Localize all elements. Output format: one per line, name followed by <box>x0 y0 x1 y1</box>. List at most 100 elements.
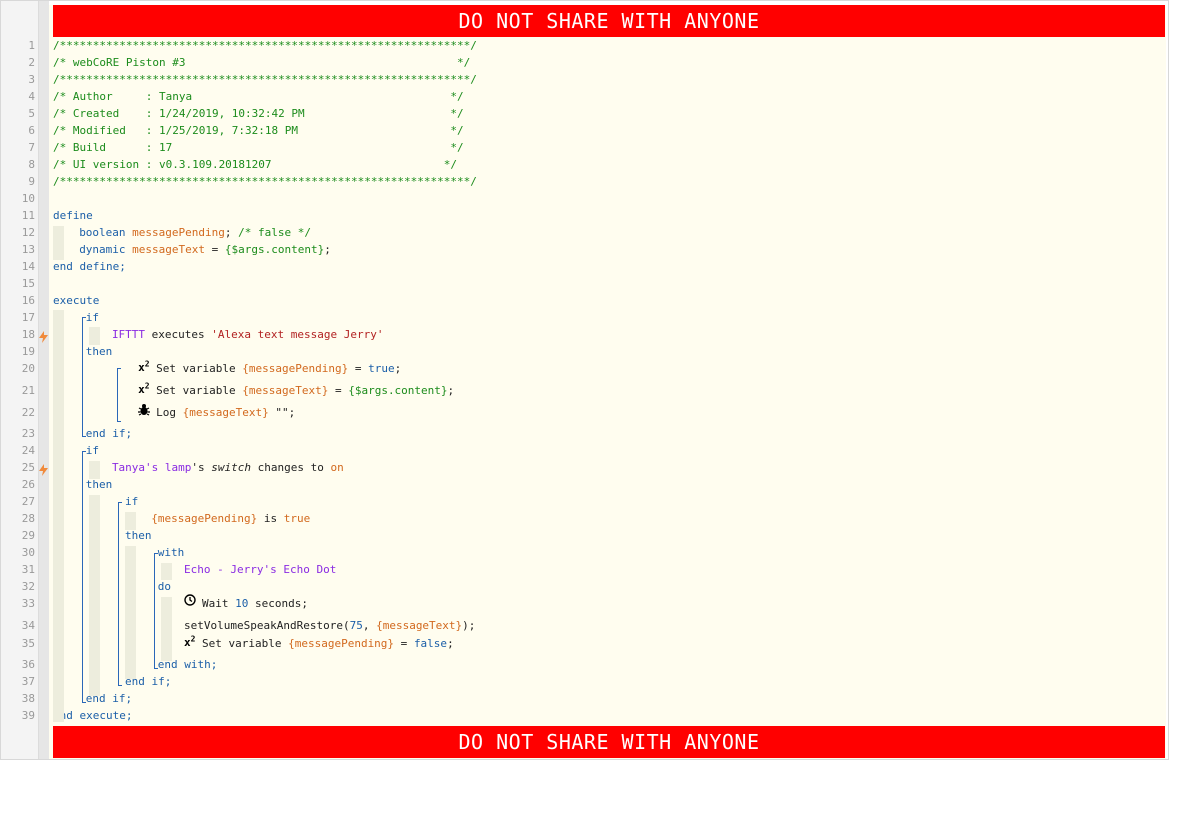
code-token: ; <box>447 384 455 397</box>
line-number: 22 <box>21 406 35 419</box>
code-line: /* Modified : 1/25/2019, 7:32:18 PM */ <box>53 124 464 137</box>
code-token: 10 <box>235 597 249 610</box>
block-bracket <box>117 368 118 421</box>
line-number: 4 <box>28 90 35 103</box>
indent-guide <box>161 597 172 661</box>
variable-icon: x2 <box>184 634 196 649</box>
code-token: /***************************************… <box>53 175 477 188</box>
bracket-tick <box>117 421 121 422</box>
code-token: IFTTT <box>111 328 146 341</box>
code-token: Set variable <box>202 637 289 650</box>
code-token: Log <box>156 406 183 419</box>
line-number: 13 <box>21 243 35 256</box>
indent-guide <box>53 226 64 260</box>
code-line: end if; <box>86 427 132 440</box>
line-number: 31 <box>21 563 35 576</box>
line-number: 5 <box>28 107 35 120</box>
code-token: = <box>348 362 369 375</box>
indent-guide <box>161 563 172 580</box>
code-token: {messagePending} <box>288 637 395 650</box>
code-token: seconds; <box>248 597 308 610</box>
code-token: ""; <box>268 406 296 419</box>
code-token: {messagePending} <box>151 512 258 525</box>
variable-icon: x2 <box>138 381 150 396</box>
bracket-tick <box>118 685 122 686</box>
line-number: 23 <box>21 427 35 440</box>
code-token: /***************************************… <box>53 73 477 86</box>
code-token: boolean <box>79 226 133 239</box>
line-number: 16 <box>21 294 35 307</box>
code-line: {messagePending} is true <box>151 512 310 525</box>
code-token: /* Author : Tanya */ <box>53 90 464 103</box>
code-token: 's <box>191 461 212 474</box>
code-token: with <box>157 546 185 559</box>
code-line: /* webCoRE Piston #3 */ <box>53 56 470 69</box>
code-token: ; <box>224 226 239 239</box>
warning-banner-top: DO NOT SHARE WITH ANYONE <box>53 5 1165 37</box>
bracket-tick <box>82 436 86 437</box>
line-number: 38 <box>21 692 35 705</box>
code-token: Tanya's lamp <box>111 461 192 474</box>
bracket-tick <box>82 317 86 318</box>
code-line: /***************************************… <box>53 73 477 86</box>
code-line: then <box>125 529 152 542</box>
code-line: setVolumeSpeakAndRestore(75, {messageTex… <box>184 619 475 632</box>
code-token: end if; <box>85 427 133 440</box>
code-line: /* UI version : v0.3.109.20181207 */ <box>53 158 457 171</box>
code-token: on <box>330 461 344 474</box>
code-token: {messageText} <box>376 619 463 632</box>
line-number: 10 <box>21 192 35 205</box>
code-line: /* Created : 1/24/2019, 10:32:42 PM */ <box>53 107 464 120</box>
code-token: /* Created : 1/24/2019, 10:32:42 PM */ <box>53 107 464 120</box>
line-number: 28 <box>21 512 35 525</box>
code-token: {messageText} <box>242 384 329 397</box>
code-token: = <box>394 637 414 650</box>
block-bracket <box>82 451 83 702</box>
indent-guide <box>125 512 136 530</box>
code-token: = <box>328 384 349 397</box>
indent-guide <box>125 546 136 679</box>
code-line: then <box>86 478 113 491</box>
code-token: executes <box>145 328 212 341</box>
code-line: end execute; <box>53 709 132 722</box>
code-line: dynamic messageText = {$args.content}; <box>79 243 331 256</box>
code-token: 'Alexa text message Jerry' <box>211 328 384 341</box>
code-line: Set variable {messagePending} = false; <box>202 637 454 650</box>
code-line: do <box>158 580 171 593</box>
code-line: define <box>53 209 93 222</box>
line-number: 9 <box>28 175 35 188</box>
line-number: 24 <box>21 444 35 457</box>
code-token: if <box>125 495 139 508</box>
code-token: dynamic <box>79 243 133 256</box>
code-token: do <box>157 580 172 593</box>
code-line: Tanya's lamp's switch changes to on <box>112 461 344 474</box>
code-token: end execute; <box>53 709 133 722</box>
code-line: boolean messagePending; /* false */ <box>79 226 311 239</box>
code-token: true <box>283 512 311 525</box>
code-token: Set variable <box>156 384 243 397</box>
line-number: 1 <box>28 39 35 52</box>
line-number: 14 <box>21 260 35 273</box>
code-line: /* Build : 17 */ <box>53 141 464 154</box>
line-number: 33 <box>21 597 35 610</box>
code-line: end define; <box>53 260 126 273</box>
block-bracket <box>154 553 155 668</box>
code-token: if <box>85 444 99 457</box>
code-line: Set variable {messagePending} = true; <box>156 362 401 375</box>
line-number: 27 <box>21 495 35 508</box>
line-number: 35 <box>21 637 35 650</box>
code-token: /***************************************… <box>53 39 477 52</box>
bracket-tick <box>82 451 86 452</box>
code-token: then <box>85 345 113 358</box>
code-token: then <box>125 529 152 542</box>
line-number: 11 <box>21 209 35 222</box>
line-number: 21 <box>21 384 35 397</box>
code-line: /* Author : Tanya */ <box>53 90 464 103</box>
code-token: 75 <box>349 619 363 632</box>
bug-icon <box>138 403 151 419</box>
bracket-tick <box>117 368 121 369</box>
code-token: Echo - Jerry's Echo Dot <box>184 563 337 576</box>
code-token: ; <box>447 637 454 650</box>
bracket-tick <box>118 502 122 503</box>
code-token: = <box>205 243 225 256</box>
